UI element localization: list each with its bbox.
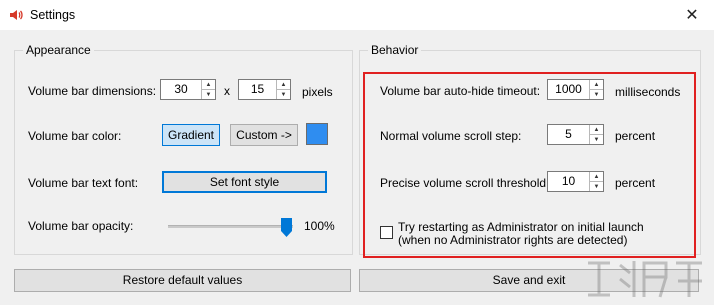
spin-down-icon[interactable]: ▼ xyxy=(202,89,215,99)
precise-unit: percent xyxy=(615,176,656,190)
close-button[interactable]: ✕ xyxy=(670,0,714,30)
timeout-value[interactable]: 1000 xyxy=(548,80,589,99)
custom-color-button[interactable]: Custom -> xyxy=(230,124,298,146)
watermark-logo xyxy=(588,261,702,298)
scroll-step-label: Normal volume scroll step: xyxy=(380,129,522,143)
gradient-button-label: Gradient xyxy=(167,128,215,142)
restore-defaults-button[interactable]: Restore default values xyxy=(14,269,351,292)
precise-value[interactable]: 10 xyxy=(548,172,589,191)
spin-down-icon[interactable]: ▼ xyxy=(590,89,603,99)
opacity-slider-track[interactable] xyxy=(168,225,293,228)
custom-color-button-label: Custom -> xyxy=(236,128,292,142)
dimensions-unit: pixels xyxy=(302,85,333,99)
admin-line1: Try restarting as Administrator on initi… xyxy=(398,220,644,234)
spin-up-icon[interactable]: ▲ xyxy=(590,172,603,181)
scroll-step-unit: percent xyxy=(615,129,656,143)
admin-line2: (when no Administrator rights are detect… xyxy=(398,233,628,247)
speaker-icon xyxy=(10,10,23,20)
spin-down-icon[interactable]: ▼ xyxy=(590,134,603,144)
spin-up-icon[interactable]: ▲ xyxy=(590,125,603,134)
scroll-step-value[interactable]: 5 xyxy=(548,125,589,144)
save-exit-label: Save and exit xyxy=(492,273,566,287)
timeout-stepper[interactable]: 1000 ▲ ▼ xyxy=(547,79,604,100)
behavior-title: Behavior xyxy=(368,43,422,57)
scroll-step-stepper[interactable]: 5 ▲ ▼ xyxy=(547,124,604,145)
admin-checkbox[interactable] xyxy=(380,226,393,239)
color-swatch[interactable] xyxy=(306,123,328,145)
set-font-button-label: Set font style xyxy=(209,175,280,189)
spin-down-icon[interactable]: ▼ xyxy=(590,181,603,191)
close-icon[interactable]: ✕ xyxy=(685,5,698,25)
timeout-unit: milliseconds xyxy=(615,85,681,99)
spin-up-icon[interactable]: ▲ xyxy=(202,80,215,89)
color-label: Volume bar color: xyxy=(28,129,122,143)
title-bar: Settings ✕ xyxy=(0,0,714,30)
window-title: Settings xyxy=(30,8,76,22)
gradient-button[interactable]: Gradient xyxy=(162,124,220,146)
height-value[interactable]: 15 xyxy=(239,80,276,99)
appearance-title: Appearance xyxy=(23,43,94,57)
height-stepper[interactable]: 15 ▲ ▼ xyxy=(238,79,291,100)
set-font-button[interactable]: Set font style xyxy=(162,171,327,193)
dimensions-label: Volume bar dimensions: xyxy=(28,84,157,98)
opacity-slider-thumb[interactable] xyxy=(281,218,292,237)
spin-up-icon[interactable]: ▲ xyxy=(590,80,603,89)
spin-down-icon[interactable]: ▼ xyxy=(277,89,290,99)
precise-label: Precise volume scroll threshold: xyxy=(380,176,550,190)
precise-stepper[interactable]: 10 ▲ ▼ xyxy=(547,171,604,192)
spin-up-icon[interactable]: ▲ xyxy=(277,80,290,89)
dimensions-x-label: x xyxy=(224,84,230,98)
opacity-value: 100% xyxy=(304,219,335,233)
width-stepper[interactable]: 30 ▲ ▼ xyxy=(160,79,216,100)
timeout-label: Volume bar auto-hide timeout: xyxy=(380,84,541,98)
restore-defaults-label: Restore default values xyxy=(122,273,243,287)
opacity-label: Volume bar opacity: xyxy=(28,219,134,233)
width-value[interactable]: 30 xyxy=(161,80,201,99)
font-label: Volume bar text font: xyxy=(28,176,139,190)
